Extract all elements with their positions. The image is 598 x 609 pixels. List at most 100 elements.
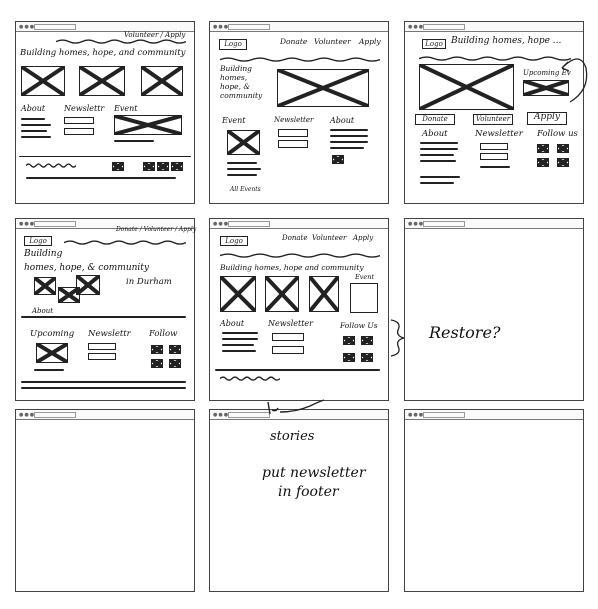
text-line <box>420 142 458 144</box>
text-line <box>21 136 51 138</box>
text-line <box>21 118 45 120</box>
footer-note-1: put newsletter <box>262 465 366 481</box>
section-newsletter: Newslettr <box>88 329 131 339</box>
sketch-frame-2: ●●● Logo Donate Volunteer Apply Building… <box>209 21 389 204</box>
text-line <box>420 154 454 156</box>
image-placeholder-icon <box>36 343 68 363</box>
footer-scribble <box>220 375 280 381</box>
social-icon <box>112 162 124 171</box>
nav-scribble <box>56 38 186 44</box>
social-icon <box>557 144 569 153</box>
social-icon <box>171 162 183 171</box>
social-icon <box>151 359 163 368</box>
text-line <box>330 129 368 131</box>
sketch-frame-6: ●●● Restore? <box>404 218 584 401</box>
text-line <box>21 124 51 126</box>
volunteer-button[interactable]: Volunteer <box>473 114 513 125</box>
social-icon <box>157 162 169 171</box>
text-line <box>227 162 257 164</box>
footer-note-2: in footer <box>278 484 339 500</box>
image-placeholder-icon <box>220 276 256 312</box>
hero-text: Building homes, hope, & community <box>220 64 263 100</box>
text-line <box>420 176 460 178</box>
social-icon <box>332 155 344 164</box>
tagline-line-2: homes, hope, & community <box>24 263 150 273</box>
social-icon <box>169 359 181 368</box>
section-follow: Follow <box>149 329 178 339</box>
section-follow: Follow Us <box>340 321 378 330</box>
newsletter-input <box>278 129 308 137</box>
browser-chrome: ●●● <box>405 22 583 32</box>
social-icon <box>169 345 181 354</box>
text-line <box>420 182 454 184</box>
section-about: About <box>32 307 54 315</box>
nav-scribble <box>220 56 380 62</box>
browser-chrome: ●●● <box>405 219 583 229</box>
newsletter-input <box>64 128 94 135</box>
browser-chrome: ●●● <box>210 219 388 229</box>
section-follow: Follow us <box>537 129 578 139</box>
image-placeholder-icon <box>79 66 125 96</box>
image-placeholder-icon <box>419 64 514 110</box>
logo: Logo <box>24 236 52 246</box>
donate-button[interactable]: Donate <box>415 114 455 125</box>
text-line <box>222 338 258 340</box>
nav-cta: Donate / Volunteer / Apply <box>116 226 197 233</box>
social-icon <box>343 336 355 345</box>
sketch-frame-8: ●●● stories put newsletter in footer <box>209 409 389 592</box>
text-line <box>114 140 154 142</box>
nav-scribble <box>220 252 380 258</box>
social-icon <box>557 158 569 167</box>
section-about: About <box>220 319 245 328</box>
tagline: Building homes, hope ... <box>451 36 562 46</box>
scribble-mark <box>267 399 325 415</box>
text-line <box>21 130 47 132</box>
image-placeholder-icon <box>21 66 65 96</box>
text-line <box>222 350 256 352</box>
section-event: Event <box>355 273 375 281</box>
browser-chrome: ●●● <box>210 22 388 32</box>
tagline-line-1: Building <box>24 249 63 259</box>
all-events-link[interactable]: All Events <box>230 186 261 193</box>
sketch-frame-5: ●●● Logo Donate Volunteer Apply Building… <box>209 218 389 401</box>
newsletter-input <box>480 143 508 150</box>
tagline: Building homes, hope and community <box>220 263 364 272</box>
event-card <box>350 283 378 313</box>
image-placeholder-icon <box>114 115 182 135</box>
newsletter-input <box>480 153 508 160</box>
text-line <box>21 387 186 389</box>
browser-chrome: ●●● <box>405 410 583 420</box>
text-line <box>26 177 176 179</box>
text-line <box>21 316 186 318</box>
section-newsletter: Newsletter <box>268 319 313 328</box>
section-about: About <box>21 104 46 113</box>
text-line <box>420 148 458 150</box>
sketch-frame-1: ●●● Volunteer / Apply Building homes, ho… <box>15 21 195 204</box>
text-line <box>21 381 186 383</box>
section-newsletter: Newsletter <box>274 116 314 124</box>
sketch-frame-3: ●●● Logo Building homes, hope ... Upcomi… <box>404 21 584 204</box>
newsletter-input <box>272 333 304 341</box>
section-about: About <box>330 116 355 125</box>
section-upcoming: Upcoming <box>30 329 75 339</box>
social-icon <box>361 336 373 345</box>
social-icon <box>537 144 549 153</box>
nav-volunteer: Volunteer <box>312 234 347 242</box>
newsletter-input <box>88 353 116 360</box>
text-line <box>330 135 368 137</box>
nav-donate: Donate <box>282 234 308 242</box>
text-line <box>222 332 258 334</box>
sketch-frame-7: ●●● <box>15 409 195 592</box>
stories-note: stories <box>270 429 315 444</box>
section-newsletter: Newsletter <box>475 129 523 139</box>
social-icon <box>143 162 155 171</box>
apply-button[interactable]: Apply <box>527 112 567 125</box>
section-event: Event <box>114 104 138 113</box>
sketch-frame-9: ●●● <box>404 409 584 592</box>
social-icon <box>537 158 549 167</box>
nav-apply: Apply <box>353 234 374 242</box>
logo: Logo <box>422 39 446 49</box>
text-line <box>330 147 364 149</box>
tagline-line-3: in Durham <box>126 277 172 287</box>
tagline: Building homes, hope, and community <box>20 48 186 58</box>
